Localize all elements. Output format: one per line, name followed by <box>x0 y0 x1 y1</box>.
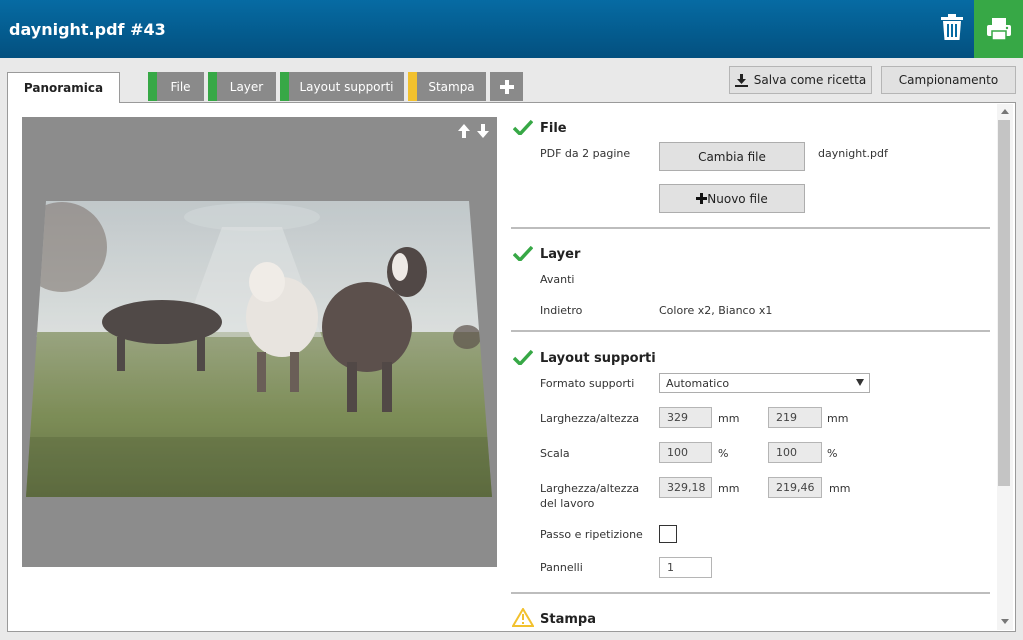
width-input[interactable]: 329 <box>659 407 712 428</box>
file-description: PDF da 2 pagine <box>540 147 631 160</box>
step-repeat-checkbox[interactable] <box>659 525 677 543</box>
settings-scrollbar[interactable] <box>997 104 1013 630</box>
new-file-label: Nuovo file <box>707 191 768 206</box>
layer-back-label: Indietro <box>540 304 583 317</box>
save-recipe-label: Salva come ricetta <box>753 73 867 87</box>
scale-y-unit: % <box>827 447 838 460</box>
section-title-layout: Layout supporti <box>540 351 656 366</box>
layer-back-value: Colore x2, Bianco x1 <box>659 304 773 317</box>
tab-label: Layout supporti <box>299 79 394 94</box>
section-divider <box>511 227 990 229</box>
height-unit: mm <box>827 412 849 425</box>
plus-icon <box>696 193 708 204</box>
width-unit: mm <box>718 412 740 425</box>
save-recipe-button[interactable]: Salva come ricetta <box>729 66 872 94</box>
checkmark-icon <box>513 349 533 365</box>
file-name: daynight.pdf <box>818 147 888 160</box>
preview-image <box>26 201 492 497</box>
plus-icon <box>499 79 514 94</box>
size-label: Larghezza/altezza <box>540 412 640 425</box>
change-file-button[interactable]: Cambia file <box>659 142 805 171</box>
checkmark-icon <box>513 119 533 135</box>
new-file-button[interactable]: Nuovo file <box>659 184 805 213</box>
tab-label: Stampa <box>428 79 475 94</box>
scroll-thumb[interactable] <box>998 120 1010 486</box>
print-button[interactable] <box>974 0 1023 58</box>
media-format-label: Formato supporti <box>540 377 635 390</box>
scale-y-input[interactable]: 100 <box>768 442 822 463</box>
panels-input[interactable]: 1 <box>659 557 712 578</box>
trash-icon[interactable] <box>938 12 966 42</box>
height-input[interactable]: 219 <box>768 407 822 428</box>
media-format-select[interactable]: Automatico <box>659 373 870 393</box>
tab-layout-supporti[interactable]: Layout supporti <box>280 72 404 101</box>
warning-icon <box>512 608 534 627</box>
scale-x-input[interactable]: 100 <box>659 442 712 463</box>
app-header: daynight.pdf #43 <box>0 0 1023 58</box>
up-down-arrows-icon[interactable] <box>458 123 492 139</box>
job-height-unit: mm <box>829 482 851 495</box>
checkmark-icon <box>513 245 533 261</box>
section-divider <box>511 592 990 594</box>
tab-file[interactable]: File <box>148 72 204 101</box>
document-title: daynight.pdf #43 <box>9 20 166 39</box>
printer-icon <box>986 18 1011 41</box>
step-repeat-label: Passo e ripetizione <box>540 528 643 541</box>
section-title-layer: Layer <box>540 247 581 262</box>
section-divider <box>511 330 990 332</box>
layout-preview[interactable] <box>22 117 497 567</box>
chevron-down-icon <box>856 379 864 386</box>
scale-x-unit: % <box>718 447 729 460</box>
tab-stampa[interactable]: Stampa <box>408 72 486 101</box>
scroll-down-icon[interactable] <box>1001 619 1009 624</box>
tab-label: File <box>170 79 191 94</box>
tab-panoramica[interactable]: Panoramica <box>7 72 120 103</box>
job-height-input: 219,46 <box>768 477 822 498</box>
media-format-value: Automatico <box>666 376 730 390</box>
download-icon <box>734 73 748 87</box>
job-width-unit: mm <box>718 482 740 495</box>
section-title-print: Stampa <box>540 612 596 627</box>
tab-status-bar <box>208 72 217 101</box>
tab-status-bar <box>148 72 157 101</box>
scroll-up-icon[interactable] <box>1001 109 1009 114</box>
job-width-input: 329,18 <box>659 477 712 498</box>
tab-status-bar <box>408 72 417 101</box>
job-size-label: Larghezza/altezza <box>540 482 640 495</box>
tab-label: Layer <box>229 79 264 94</box>
tab-layer[interactable]: Layer <box>208 72 276 101</box>
panels-label: Pannelli <box>540 561 583 574</box>
scale-label: Scala <box>540 447 570 460</box>
sampling-button[interactable]: Campionamento <box>881 66 1016 94</box>
layer-front-label: Avanti <box>540 273 575 286</box>
section-title-file: File <box>540 121 567 136</box>
job-size-label-2: del lavoro <box>540 497 595 510</box>
add-tab-button[interactable] <box>490 72 523 101</box>
tab-status-bar <box>280 72 289 101</box>
